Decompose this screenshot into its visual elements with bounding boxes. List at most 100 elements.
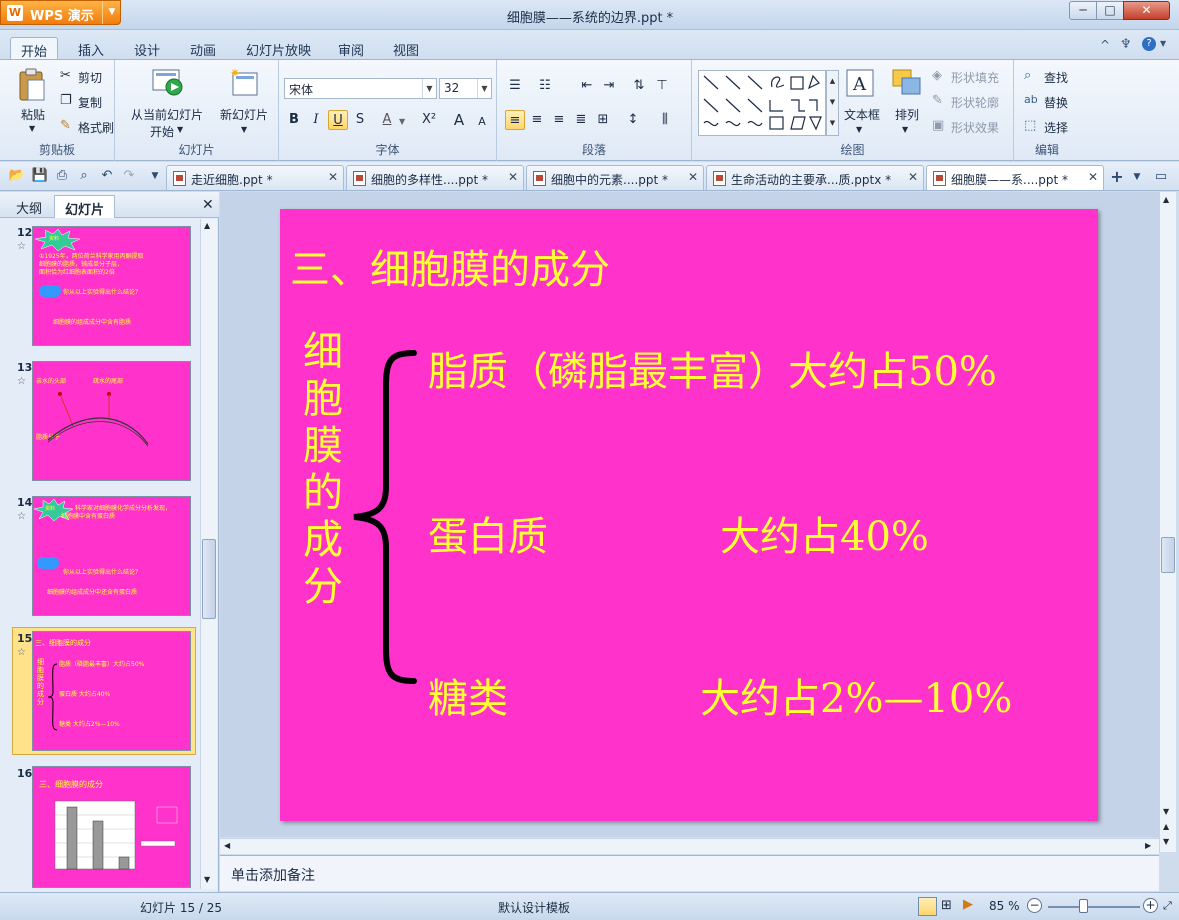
customize-toolbar-icon[interactable]: ▼ xyxy=(146,167,164,185)
slide-thumbnail-12[interactable]: 资料 ①1925年，两位荷兰科学家用丙酮提取 细胞膜的脂质，铺成单分子层， 面积… xyxy=(32,226,191,346)
bold-button[interactable]: B xyxy=(284,110,304,130)
row-sugar[interactable]: 糖类 xyxy=(428,666,508,724)
underline-button[interactable]: U xyxy=(328,110,348,130)
justify-icon[interactable]: ≣ xyxy=(571,110,591,130)
bullets-icon[interactable]: ☰ xyxy=(505,76,525,96)
new-slide-icon[interactable]: ✷ xyxy=(229,66,259,100)
textbox-dropdown-icon[interactable]: ▼ xyxy=(856,125,862,134)
text-direction-icon[interactable]: ⇅ xyxy=(629,76,649,96)
close-button[interactable]: ✕ xyxy=(1123,1,1170,20)
slide-thumbnail-13[interactable]: 亲水的头部 疏水的尾部 脂质分子 xyxy=(32,361,191,481)
maximize-button[interactable]: □ xyxy=(1096,1,1124,20)
paste-icon[interactable] xyxy=(18,68,46,102)
arrange-dropdown-icon[interactable]: ▼ xyxy=(902,125,908,134)
tab-slideshow[interactable]: 幻灯片放映 xyxy=(236,37,321,60)
new-slide-label[interactable]: 新幻灯片 xyxy=(220,106,268,123)
cut-button[interactable]: 剪切 xyxy=(78,69,102,86)
close-tab-icon[interactable]: ✕ xyxy=(328,170,338,184)
italic-button[interactable]: I xyxy=(306,110,326,130)
from-current-slide-label[interactable]: 从当前幻灯片 xyxy=(131,106,203,123)
tab-design[interactable]: 设计 xyxy=(124,37,170,60)
scroll-down-icon[interactable]: ▼ xyxy=(1163,807,1169,816)
font-color-button[interactable]: A xyxy=(377,110,397,130)
next-slide-icon[interactable]: ▼ xyxy=(1163,837,1169,846)
scroll-up-icon[interactable]: ▲ xyxy=(1163,195,1169,204)
slide-vertical-scrollbar[interactable]: ▲ ▼ ▲ ▼ xyxy=(1159,192,1176,852)
slide-thumbnail-15[interactable]: 三、细胞膜的成分 脂质（磷脂最丰富）大约占50% 蛋白质 大约占40% 糖类 大… xyxy=(32,631,191,751)
play-from-current-icon[interactable] xyxy=(152,67,184,100)
close-tab-icon[interactable]: ✕ xyxy=(508,170,518,184)
notes-placeholder[interactable]: 单击添加备注 xyxy=(231,865,315,885)
close-tab-icon[interactable]: ✕ xyxy=(908,170,918,184)
arrange-label[interactable]: 排列 xyxy=(895,106,919,123)
replace-icon[interactable]: ab xyxy=(1024,93,1038,106)
increase-indent-icon[interactable]: ⇥ xyxy=(599,76,619,96)
redo-icon[interactable]: ↷ xyxy=(120,167,138,185)
copy-icon[interactable]: ❐ xyxy=(60,93,72,108)
normal-view-icon[interactable] xyxy=(918,897,937,916)
tab-list-dropdown-icon[interactable]: ▼ xyxy=(1128,168,1146,186)
paste-dropdown-icon[interactable]: ▼ xyxy=(29,124,35,133)
align-left-icon[interactable]: ≡ xyxy=(505,110,525,130)
new-slide-dropdown-icon[interactable]: ▼ xyxy=(241,125,247,134)
close-tab-icon[interactable]: ✕ xyxy=(688,170,698,184)
slide-side-label[interactable]: 细胞膜的成分 xyxy=(300,329,346,611)
start-dropdown-icon[interactable]: ▼ xyxy=(177,125,183,134)
scroll-right-icon[interactable]: ▶ xyxy=(1145,841,1151,850)
minimize-button[interactable]: ─ xyxy=(1069,1,1097,20)
scrollbar-thumb[interactable] xyxy=(1161,537,1175,573)
close-panel-icon[interactable]: ✕ xyxy=(202,197,214,213)
align-center-icon[interactable]: ≡ xyxy=(527,110,547,130)
distribute-icon[interactable]: ⊞ xyxy=(593,110,613,130)
line-spacing-icon[interactable]: ↕ xyxy=(623,110,643,130)
shapes-gallery[interactable] xyxy=(698,70,826,136)
row-sugar-amount[interactable]: 大约占2%—10% xyxy=(700,666,1012,724)
align-right-icon[interactable]: ≡ xyxy=(549,110,569,130)
slide-thumbnail-14[interactable]: 资料 科学家对细胞膜化学成分分析发现， 细胞膜中含有蛋白质 你从以上实验得出什么… xyxy=(32,496,191,616)
textbox-icon[interactable]: A xyxy=(845,68,875,98)
tab-outline[interactable]: 大纲 xyxy=(6,195,52,218)
scissors-icon[interactable]: ✂ xyxy=(60,68,71,83)
doc-tab[interactable]: 走近细胞.ppt * ✕ xyxy=(166,165,344,190)
new-tab-icon[interactable]: + xyxy=(1108,168,1126,186)
font-color-dropdown-icon[interactable]: ▼ xyxy=(399,117,405,126)
undo-icon[interactable]: ↶ xyxy=(98,167,116,185)
chevron-down-icon[interactable]: ▼ xyxy=(477,79,491,98)
paste-label[interactable]: 粘贴 xyxy=(21,106,45,123)
font-name-combo[interactable]: 宋体 ▼ xyxy=(284,78,437,99)
fit-window-icon[interactable]: ⤢ xyxy=(1163,899,1172,913)
print-icon[interactable]: ⎙ xyxy=(53,167,71,185)
chevron-down-icon[interactable]: ▼ xyxy=(102,1,121,24)
doc-tab[interactable]: 细胞的多样性....ppt * ✕ xyxy=(346,165,524,190)
thumbnail-scrollbar[interactable]: ▲ ▼ xyxy=(200,219,217,889)
grow-font-button[interactable]: A xyxy=(449,110,469,130)
format-painter-icon[interactable]: ✎ xyxy=(60,118,71,133)
replace-button[interactable]: 替换 xyxy=(1044,94,1068,111)
fill-icon[interactable]: ◈ xyxy=(932,68,942,83)
shapes-gallery-scroll[interactable]: ▲ ▼ ▼ xyxy=(826,70,839,136)
previous-slide-icon[interactable]: ▲ xyxy=(1163,822,1169,831)
doc-tab[interactable]: 细胞中的元素....ppt * ✕ xyxy=(526,165,704,190)
notes-pane[interactable]: 单击添加备注 xyxy=(220,855,1159,891)
help-dropdown-icon[interactable]: ▼ xyxy=(1160,39,1166,48)
outline-icon[interactable]: ✎ xyxy=(932,93,943,108)
effects-icon[interactable]: ▣ xyxy=(932,118,944,133)
doc-tab-active[interactable]: 细胞膜——系....ppt * ✕ xyxy=(926,165,1104,190)
numbering-icon[interactable]: ☷ xyxy=(535,76,555,96)
shrink-font-button[interactable]: A xyxy=(472,112,492,132)
zoom-slider-knob[interactable] xyxy=(1079,899,1088,913)
start-label[interactable]: 开始 xyxy=(150,123,174,140)
wps-app-menu-button[interactable]: W WPS 演示 ▼ xyxy=(0,0,121,25)
skin-icon[interactable]: ♆ xyxy=(1120,37,1132,52)
open-icon[interactable]: 📂 xyxy=(8,167,26,185)
row-protein[interactable]: 蛋白质 xyxy=(428,504,548,562)
copy-button[interactable]: 复制 xyxy=(78,94,102,111)
save-icon[interactable]: 💾 xyxy=(31,167,49,185)
tab-animation[interactable]: 动画 xyxy=(180,37,226,60)
print-preview-icon[interactable]: ⌕ xyxy=(75,167,93,185)
close-tab-icon[interactable]: ✕ xyxy=(1088,170,1098,184)
tab-view[interactable]: 视图 xyxy=(383,37,429,60)
align-text-icon[interactable]: ⊤ xyxy=(652,76,672,96)
slide-horizontal-scrollbar[interactable]: ◀ ▶ xyxy=(220,838,1159,854)
scroll-left-icon[interactable]: ◀ xyxy=(224,841,230,850)
